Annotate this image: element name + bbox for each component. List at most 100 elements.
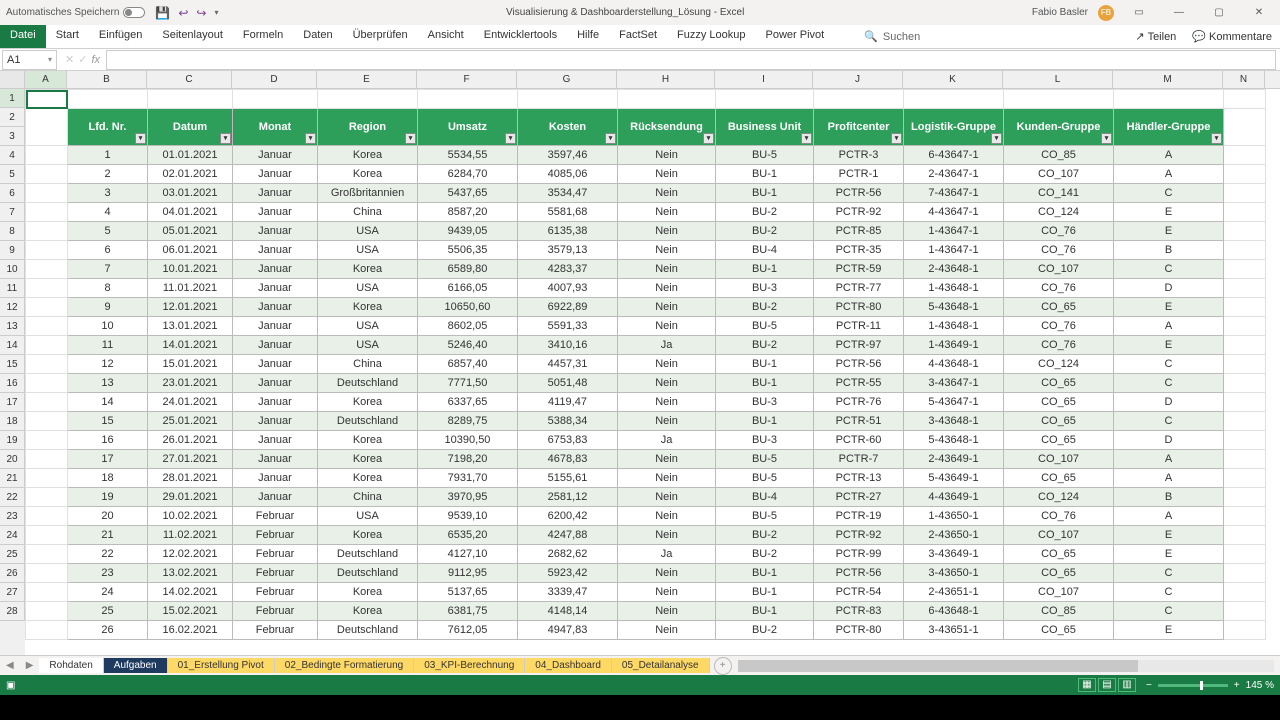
table-header-7[interactable]: Business Unit▾ [716,109,814,146]
cell[interactable]: 12.02.2021 [148,545,233,564]
cell[interactable]: Januar [233,279,318,298]
cell[interactable]: BU-1 [716,260,814,279]
cell[interactable]: Januar [233,241,318,260]
cell[interactable]: PCTR-60 [814,431,904,450]
cell[interactable]: PCTR-92 [814,526,904,545]
cell[interactable]: C [1114,184,1224,203]
cell[interactable]: 14 [68,393,148,412]
cell[interactable]: 10.02.2021 [148,507,233,526]
add-sheet-button[interactable]: + [714,657,732,675]
cell[interactable]: BU-3 [716,431,814,450]
cell[interactable]: A [1114,469,1224,488]
filter-button[interactable]: ▾ [891,133,902,144]
cell[interactable]: BU-5 [716,507,814,526]
cancel-formula-icon[interactable]: ✕ [65,53,74,66]
cell[interactable]: Deutschland [318,412,418,431]
cell[interactable]: Deutschland [318,564,418,583]
cell-F1[interactable] [418,90,518,109]
cell[interactable]: 28.01.2021 [148,469,233,488]
cell[interactable]: 1-43647-1 [904,241,1004,260]
cell[interactable]: PCTR-76 [814,393,904,412]
cell[interactable]: BU-1 [716,583,814,602]
cell[interactable]: CO_76 [1004,507,1114,526]
cell[interactable]: 5137,65 [418,583,518,602]
row-header-21[interactable]: 21 [0,469,25,488]
cell[interactable]: A [1114,146,1224,165]
cell[interactable]: 2-43651-1 [904,583,1004,602]
cell[interactable]: BU-3 [716,279,814,298]
cell[interactable]: 04.01.2021 [148,203,233,222]
row-header-15[interactable]: 15 [0,355,25,374]
cell[interactable]: 15 [68,412,148,431]
cell[interactable]: CO_65 [1004,412,1114,431]
cell[interactable]: 6-43648-1 [904,602,1004,621]
cell[interactable]: 6-43647-1 [904,146,1004,165]
row-header-16[interactable]: 16 [0,374,25,393]
cell[interactable]: 2-43649-1 [904,450,1004,469]
cell[interactable]: CO_124 [1004,355,1114,374]
cell[interactable]: 15.02.2021 [148,602,233,621]
tab-file[interactable]: Datei [0,25,46,48]
cell[interactable]: Januar [233,469,318,488]
cell[interactable]: 7612,05 [418,621,518,640]
cell-H1[interactable] [618,90,716,109]
cell[interactable]: 3534,47 [518,184,618,203]
cell[interactable]: Nein [618,564,716,583]
cell[interactable]: PCTR-1 [814,165,904,184]
cell[interactable]: CO_65 [1004,393,1114,412]
cell[interactable]: PCTR-85 [814,222,904,241]
cell[interactable]: Deutschland [318,545,418,564]
sheet-tab-kpi[interactable]: 03_KPI-Berechnung [414,658,525,673]
column-header-M[interactable]: M [1113,71,1223,88]
row-header-7[interactable]: 7 [0,203,25,222]
cell[interactable]: 3410,16 [518,336,618,355]
cell-A1[interactable] [26,90,68,109]
cell[interactable]: 2-43647-1 [904,165,1004,184]
cell[interactable]: 4119,47 [518,393,618,412]
cell[interactable]: 19 [68,488,148,507]
cell[interactable]: 6 [68,241,148,260]
cell[interactable]: PCTR-59 [814,260,904,279]
save-icon[interactable]: 💾 [155,6,170,20]
cell[interactable]: 8289,75 [418,412,518,431]
row-header-14[interactable]: 14 [0,336,25,355]
name-box[interactable]: A1▾ [2,50,57,70]
cell[interactable]: C [1114,564,1224,583]
cell[interactable]: E [1114,336,1224,355]
cell-B1[interactable] [68,90,148,109]
cell[interactable]: PCTR-80 [814,298,904,317]
select-all-corner[interactable] [0,71,25,88]
row-header-3[interactable]: 3 [0,127,25,146]
cell[interactable]: 3597,46 [518,146,618,165]
cell[interactable]: 14.01.2021 [148,336,233,355]
cell[interactable]: 22 [68,545,148,564]
cell[interactable]: E [1114,545,1224,564]
cell[interactable]: 24.01.2021 [148,393,233,412]
tab-view[interactable]: Ansicht [418,25,474,48]
horizontal-scrollbar[interactable] [738,660,1274,672]
cell[interactable]: B [1114,241,1224,260]
cell[interactable]: 9539,10 [418,507,518,526]
cell[interactable]: B [1114,488,1224,507]
cell[interactable]: PCTR-19 [814,507,904,526]
cell[interactable]: 5246,40 [418,336,518,355]
column-header-G[interactable]: G [517,71,617,88]
cell[interactable]: 6166,05 [418,279,518,298]
cell[interactable]: Nein [618,146,716,165]
cell[interactable]: CO_107 [1004,260,1114,279]
redo-icon[interactable]: ↪ [196,6,206,20]
cell[interactable]: 1-43650-1 [904,507,1004,526]
row-header-12[interactable]: 12 [0,298,25,317]
cell[interactable]: BU-5 [716,317,814,336]
cell[interactable]: 4457,31 [518,355,618,374]
column-header-E[interactable]: E [317,71,417,88]
cell[interactable]: 9439,05 [418,222,518,241]
cell[interactable]: Januar [233,431,318,450]
sheet-tab-aufgaben[interactable]: Aufgaben [104,658,168,673]
tab-insert[interactable]: Einfügen [89,25,152,48]
cell[interactable]: BU-2 [716,222,814,241]
cell[interactable]: 13.01.2021 [148,317,233,336]
cell[interactable]: 4678,83 [518,450,618,469]
cell[interactable]: 6135,38 [518,222,618,241]
cell[interactable]: 4085,06 [518,165,618,184]
